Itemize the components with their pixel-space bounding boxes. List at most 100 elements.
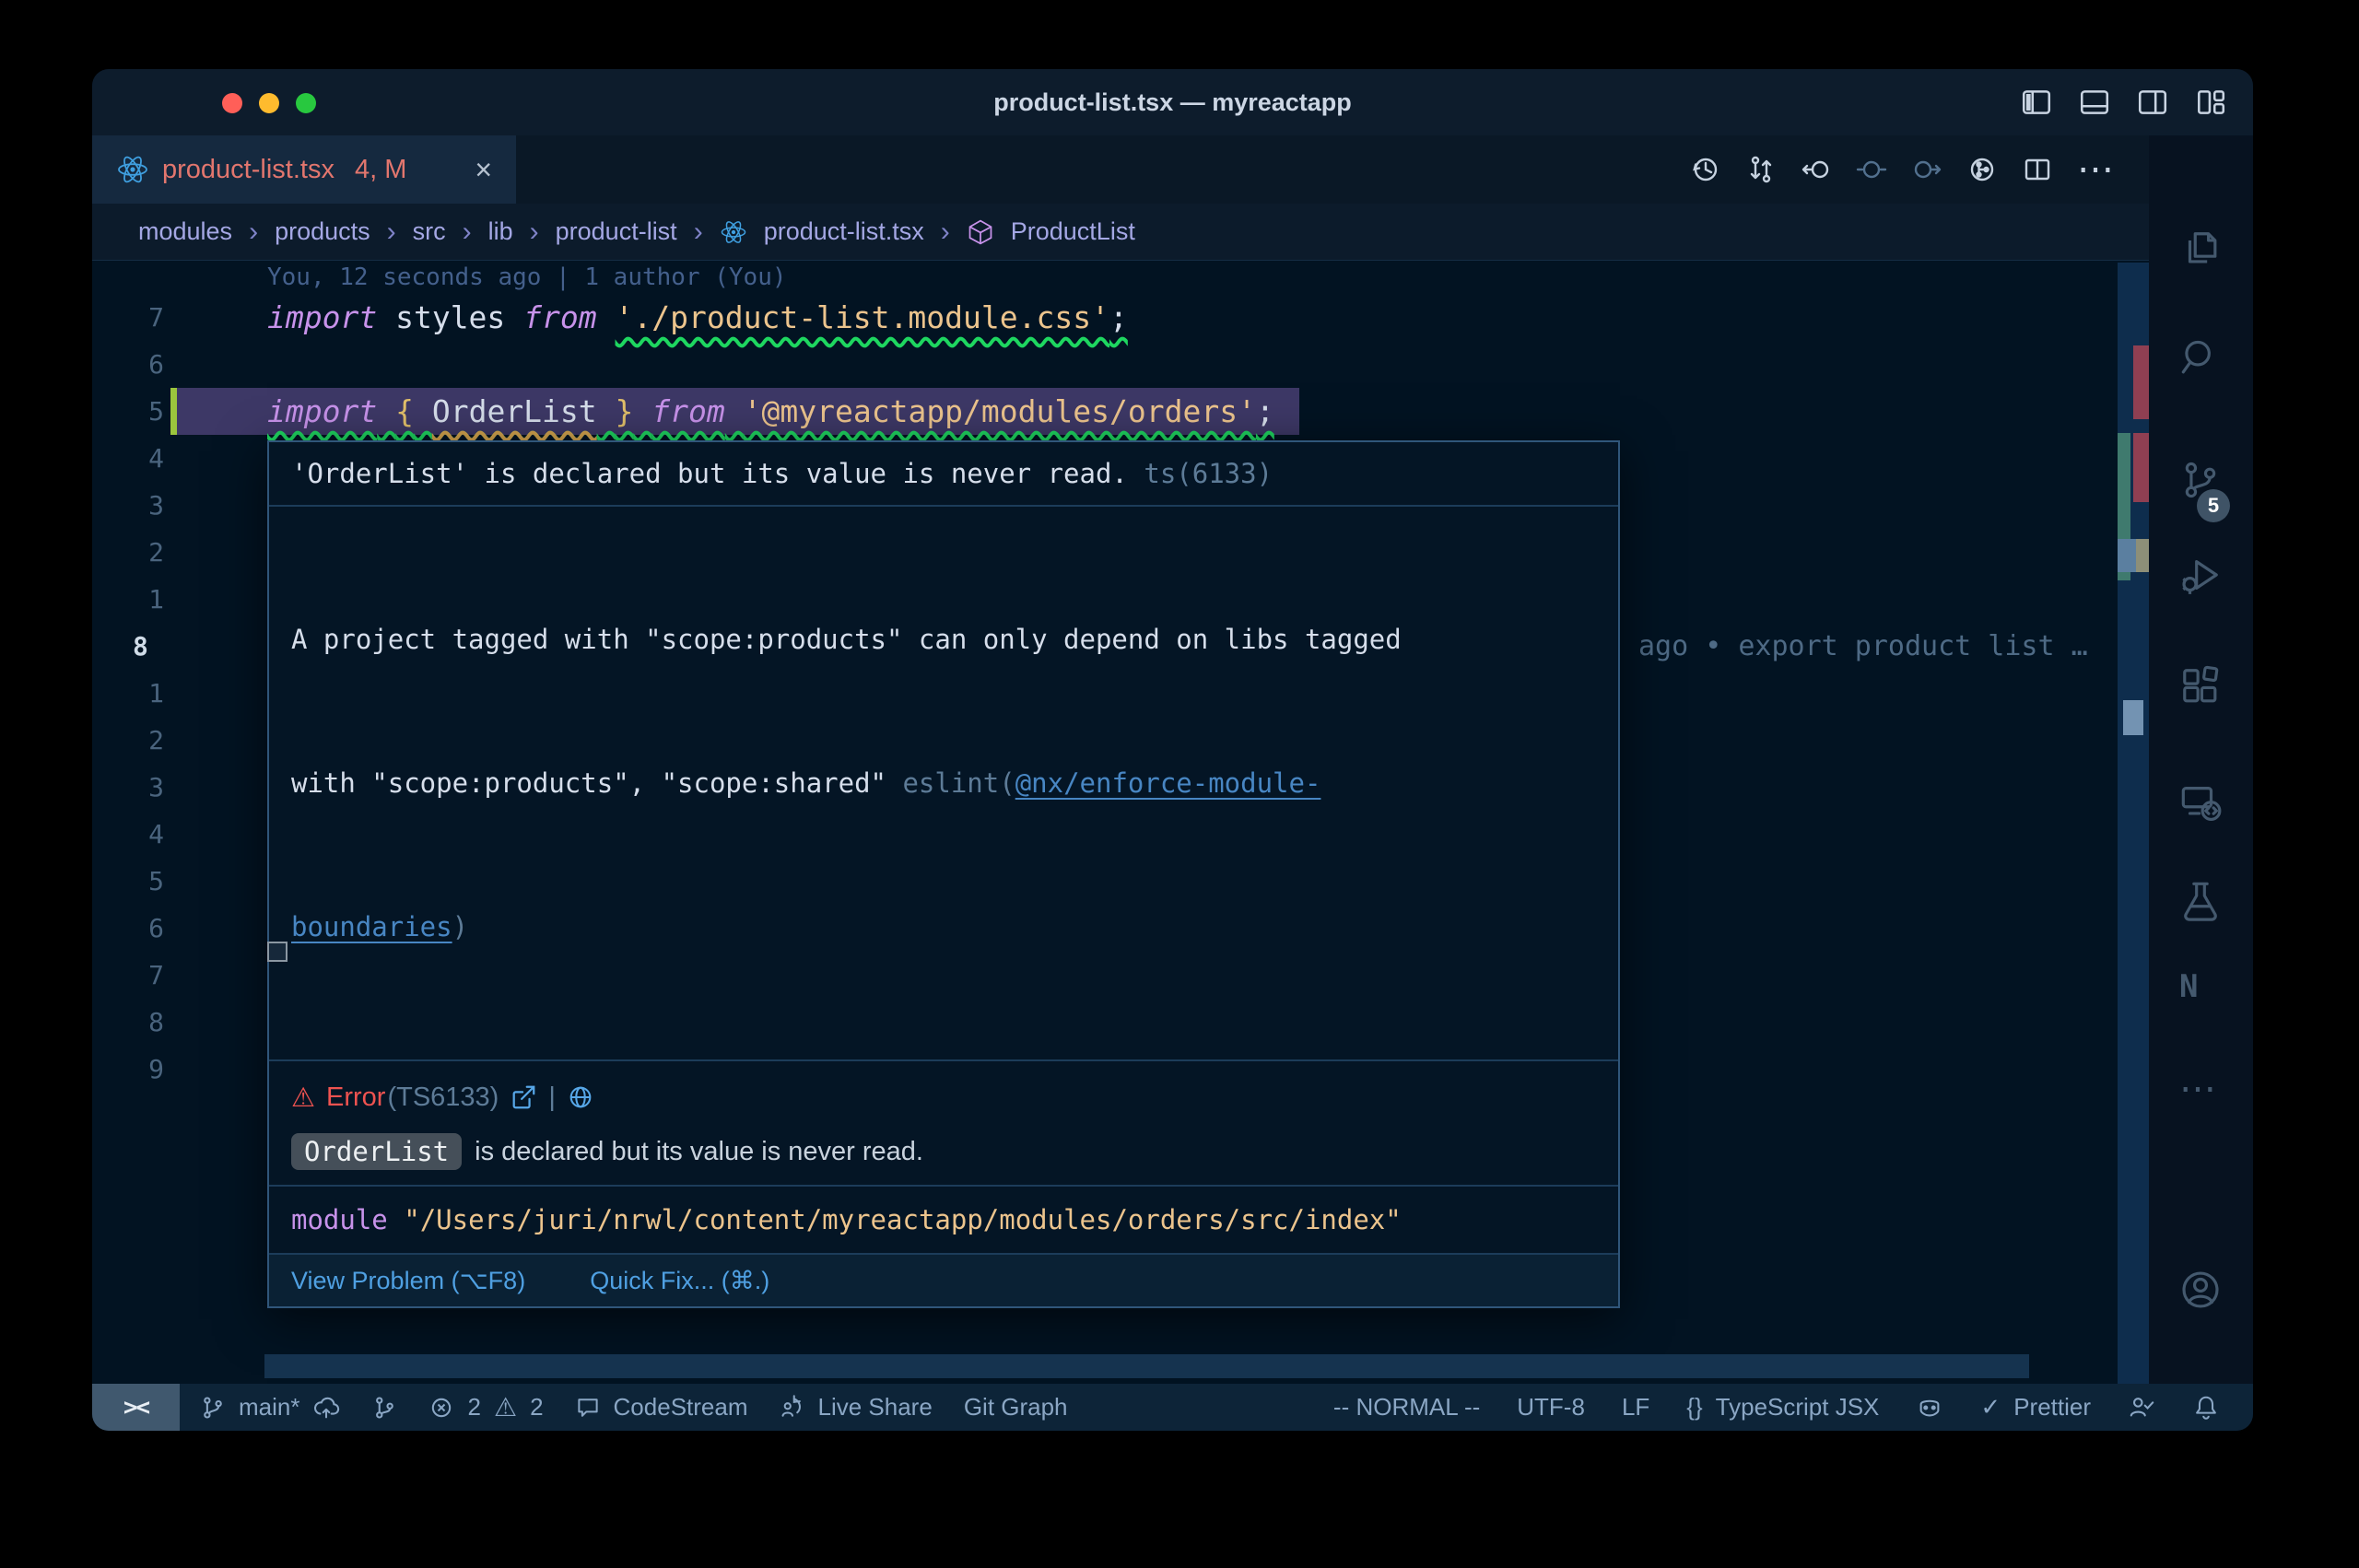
code-line-import-styles[interactable]: import styles from './product-list.modul…	[267, 294, 1128, 341]
prettier-label: Prettier	[2013, 1393, 2091, 1422]
run-debug-icon[interactable]	[2179, 554, 2222, 596]
git-graph-status-icon[interactable]	[371, 1395, 397, 1421]
code-token: styles	[377, 299, 523, 335]
hover-problem-popup: 'OrderList' is declared but its value is…	[267, 440, 1620, 1308]
code-token: import	[267, 393, 377, 429]
warning-count: 2	[530, 1393, 543, 1422]
code-token: ;	[1109, 299, 1128, 335]
codestream-status[interactable]: CodeStream	[575, 1393, 748, 1422]
ruler-error-mark	[2133, 345, 2149, 419]
warning-triangle-icon: ⚠	[494, 1392, 517, 1422]
breadcrumb-item[interactable]: lib	[488, 217, 513, 246]
code-token	[725, 393, 744, 429]
eslint-message-line: A project tagged with "scope:products" c…	[291, 615, 1596, 663]
extensions-icon[interactable]	[2179, 665, 2222, 708]
breadcrumb-item[interactable]: modules	[138, 217, 232, 246]
toggle-panel-icon[interactable]	[2078, 86, 2111, 119]
module-path-string: "/Users/juri/nrwl/content/myreactapp/mod…	[404, 1204, 1402, 1235]
eol-indicator[interactable]: LF	[1622, 1393, 1649, 1422]
timeline-history-icon[interactable]	[1690, 154, 1721, 185]
prev-change-icon[interactable]	[1856, 154, 1887, 185]
ruler-cursor-mark	[2123, 700, 2143, 735]
globe-icon[interactable]	[567, 1083, 594, 1111]
title-bar: product-list.tsx — myreactapp	[92, 69, 2253, 135]
account-icon[interactable]	[2179, 1269, 2222, 1311]
tab-problem-badge: 4, M	[347, 155, 406, 185]
open-changes-icon[interactable]	[1966, 154, 1998, 185]
breadcrumb: modules› products› src› lib› product-lis…	[92, 204, 2149, 261]
close-tab-icon[interactable]: ×	[475, 153, 492, 187]
nav-back-icon[interactable]	[1801, 154, 1832, 185]
symbol-cube-icon	[967, 218, 994, 246]
code-line-import-orderlist[interactable]: import { OrderList } from '@myreactapp/m…	[267, 388, 1274, 435]
breadcrumb-item[interactable]: product-list	[556, 217, 677, 246]
code-token: from	[523, 299, 596, 335]
open-external-icon[interactable]	[510, 1083, 537, 1111]
line-number: 6	[120, 341, 164, 388]
toggle-right-sidebar-icon[interactable]	[2136, 86, 2169, 119]
liveshare-status[interactable]: Live Share	[780, 1393, 933, 1422]
nx-console-icon[interactable]: N	[2179, 968, 2198, 1005]
error-circle-icon	[428, 1395, 454, 1421]
breadcrumb-item[interactable]: product-list.tsx	[764, 217, 924, 246]
error-description-row: OrderList is declared but its value is n…	[291, 1133, 1596, 1170]
next-change-icon[interactable]	[1911, 154, 1942, 185]
prettier-status[interactable]: ✓Prettier	[1980, 1393, 2091, 1422]
explorer-icon[interactable]	[2179, 228, 2222, 271]
encoding-indicator[interactable]: UTF-8	[1517, 1393, 1585, 1422]
copilot-icon[interactable]	[1916, 1394, 1943, 1422]
quick-fix-link[interactable]: Quick Fix... (⌘.)	[590, 1267, 769, 1295]
code-token: }	[616, 393, 634, 429]
remote-explorer-icon[interactable]	[2179, 780, 2222, 823]
view-problem-link[interactable]: View Problem (⌥F8)	[291, 1267, 525, 1295]
split-editor-icon[interactable]	[2022, 154, 2053, 185]
code-token	[414, 393, 432, 429]
notifications-bell-icon[interactable]	[2192, 1394, 2220, 1422]
error-label: Error	[326, 1082, 385, 1113]
ruler-warning-mark	[2136, 539, 2149, 572]
eslint-rule-link[interactable]: @nx/enforce-module-	[1015, 767, 1321, 799]
popup-module-path: module "/Users/juri/nrwl/content/myreact…	[269, 1185, 1618, 1253]
braces-icon: {}	[1686, 1393, 1702, 1422]
editor-toolbar: ⋯	[1690, 135, 2114, 204]
compare-changes-icon[interactable]	[1745, 154, 1777, 185]
line-number: 4	[120, 435, 164, 482]
line-number: 5	[120, 388, 164, 435]
line-number: 5	[120, 858, 164, 905]
eslint-message-line: boundaries)	[291, 903, 1596, 951]
more-views-icon[interactable]: ⋯	[2179, 1068, 2218, 1110]
toggle-left-sidebar-icon[interactable]	[2020, 86, 2053, 119]
react-icon	[116, 153, 149, 186]
customize-layout-icon[interactable]	[2194, 86, 2227, 119]
more-actions-icon[interactable]: ⋯	[2077, 154, 2114, 185]
tab-product-list[interactable]: product-list.tsx 4, M ×	[92, 135, 516, 204]
remote-indicator[interactable]: ><	[92, 1384, 180, 1431]
gitgraph-status[interactable]: Git Graph	[964, 1393, 1068, 1422]
comment-bubble-icon	[575, 1395, 601, 1421]
chevron-right-icon: ›	[463, 216, 472, 248]
breadcrumb-item[interactable]: src	[413, 217, 446, 246]
search-icon[interactable]	[2179, 336, 2222, 379]
warning-triangle-icon: ⚠	[291, 1082, 315, 1114]
codelens-blame[interactable]: You, 12 seconds ago | 1 author (You)	[267, 261, 787, 294]
overview-ruler[interactable]	[2118, 263, 2149, 1384]
line-number: 6	[120, 905, 164, 952]
ruler-error-mark	[2133, 433, 2149, 502]
feedback-icon[interactable]	[2128, 1394, 2155, 1422]
eslint-rule-link[interactable]: boundaries	[291, 911, 452, 942]
testing-beaker-icon[interactable]	[2179, 880, 2222, 922]
code-token	[597, 393, 616, 429]
code-token-orderlist: OrderList	[432, 393, 597, 429]
line-number: 3	[120, 764, 164, 811]
branch-status[interactable]: main*	[200, 1393, 340, 1422]
language-label: TypeScript JSX	[1716, 1393, 1880, 1422]
language-indicator[interactable]: {} TypeScript JSX	[1686, 1393, 1879, 1422]
horizontal-scrollbar[interactable]	[264, 1354, 2029, 1378]
breadcrumb-item[interactable]: ProductList	[1011, 217, 1135, 246]
breadcrumb-item[interactable]: products	[275, 217, 370, 246]
popup-resize-handle[interactable]	[267, 942, 288, 962]
problems-status[interactable]: 2⚠2	[428, 1392, 543, 1422]
error-description: is declared but its value is never read.	[475, 1137, 923, 1167]
line-number: 1	[120, 576, 164, 623]
code-token: ;	[1256, 393, 1274, 429]
